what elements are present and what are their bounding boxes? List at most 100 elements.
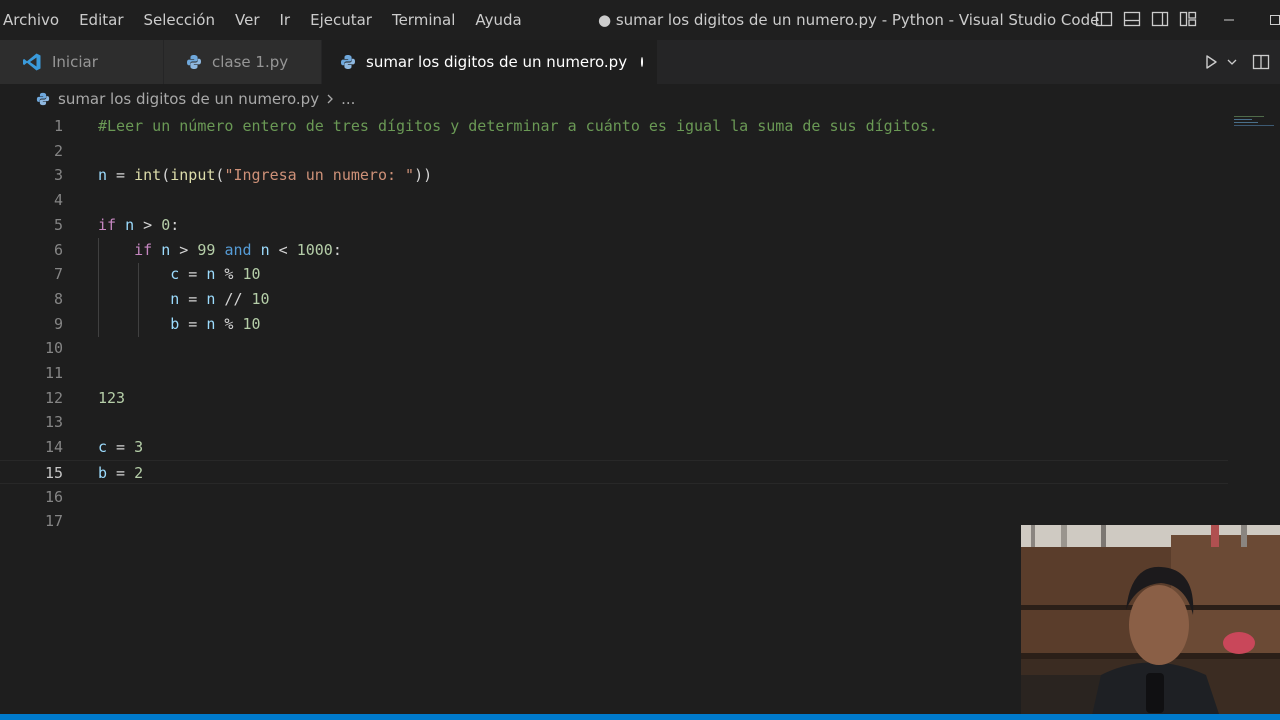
tab-clase-1[interactable]: clase 1.py (164, 40, 322, 84)
minimap[interactable] (1234, 114, 1280, 134)
title-bar: Archivo Editar Selección Ver Ir Ejecutar… (0, 0, 1280, 40)
code-token: )) (414, 166, 433, 185)
code-token: n (125, 215, 135, 234)
menu-ejecutar[interactable]: Ejecutar (300, 0, 382, 40)
code-token: 99 (197, 240, 216, 259)
code-line[interactable]: 7 c = n % 10 (0, 262, 1228, 287)
code-line[interactable]: 14 c = 3 (0, 435, 1228, 460)
chevron-right-icon (325, 93, 335, 105)
code-token: n (260, 240, 270, 259)
code-token: : (170, 215, 180, 234)
code-token: 2 (134, 463, 144, 482)
breadcrumb: sumar los digitos de un numero.py ... (0, 84, 1280, 114)
line-code: if n > 99 and n < 1000: (98, 238, 342, 263)
layout-controls (1094, 9, 1198, 29)
code-line[interactable]: 2 (0, 139, 1228, 164)
line-number: 17 (44, 512, 63, 531)
line-number: 11 (44, 364, 63, 382)
code-line[interactable]: 4 (0, 188, 1228, 213)
indent-guide (98, 238, 99, 337)
line-number: 7 (53, 265, 63, 284)
code-token: 0 (161, 215, 171, 234)
line-code: c = n % 10 (98, 262, 260, 287)
customize-layout-icon[interactable] (1178, 9, 1198, 29)
code-token: : (332, 240, 342, 259)
chevron-down-icon[interactable] (1226, 56, 1238, 68)
line-number: 4 (53, 191, 63, 210)
code-line[interactable]: 15 b = 2 (0, 459, 1228, 485)
line-code: if n > 0: (98, 213, 179, 238)
toggle-primary-sidebar-icon[interactable] (1094, 9, 1114, 29)
code-token: input (170, 166, 216, 185)
run-icon[interactable] (1202, 53, 1220, 71)
code-token: "Ingresa un numero: " (224, 166, 415, 185)
code-token: c (98, 438, 108, 457)
menu-ver[interactable]: Ver (225, 0, 270, 40)
maximize-icon[interactable] (1252, 0, 1280, 40)
code-line[interactable]: 6 if n > 99 and n < 1000: (0, 238, 1228, 263)
code-token: % (215, 314, 243, 333)
menu-ayuda[interactable]: Ayuda (465, 0, 531, 40)
code-token: // (215, 289, 252, 308)
menu-archivo[interactable]: Archivo (0, 0, 69, 40)
breadcrumb-file[interactable]: sumar los digitos de un numero.py (58, 90, 319, 108)
line-number: 9 (53, 314, 63, 333)
code-line[interactable]: 8 n = n // 10 (0, 287, 1228, 312)
code-token: if (134, 240, 153, 259)
webcam-overlay (1021, 525, 1280, 720)
code-token: % (215, 265, 243, 284)
code-token: = (107, 438, 135, 457)
code-token: = (179, 289, 207, 308)
menu-seleccion[interactable]: Selección (134, 0, 226, 40)
line-number: 13 (44, 413, 63, 432)
code-line[interactable]: 11 (0, 361, 1228, 386)
code-token: n (98, 166, 108, 185)
code-token: 10 (242, 314, 261, 333)
code-token: ( (161, 166, 171, 185)
code-token: 1000 (296, 240, 333, 259)
code-token: 10 (251, 289, 270, 308)
code-line[interactable]: 5 if n > 0: (0, 213, 1228, 238)
line-number: 8 (53, 289, 63, 308)
menu-ir[interactable]: Ir (270, 0, 301, 40)
unsaved-dot-icon[interactable] (641, 57, 643, 67)
code-token: if (98, 215, 117, 234)
code-token: n (170, 289, 180, 308)
python-file-icon (36, 92, 50, 106)
tab-bar: Iniciar clase 1.py sumar los digitos de … (0, 40, 1280, 84)
indent-guide (138, 263, 139, 337)
code-line[interactable]: 13 (0, 410, 1228, 435)
code-token: int (134, 166, 162, 185)
menu-editar[interactable]: Editar (69, 0, 133, 40)
code-token: and (224, 240, 252, 259)
code-token: = (179, 314, 207, 333)
code-line[interactable]: 12 123 (0, 386, 1228, 411)
editor-actions (1202, 40, 1280, 84)
vscode-logo-icon (22, 52, 42, 72)
code-line[interactable]: 9 b = n % 10 (0, 312, 1228, 337)
code-line[interactable]: 1 #Leer un número entero de tres dígitos … (0, 114, 1228, 139)
python-file-icon (186, 54, 202, 70)
code-token: > (134, 215, 162, 234)
code-line[interactable]: 10 (0, 336, 1228, 361)
line-number: 5 (53, 215, 63, 234)
line-number: 3 (53, 166, 63, 185)
code-line[interactable]: 3n = int(input("Ingresa un numero: ")) (0, 163, 1228, 188)
toggle-secondary-sidebar-icon[interactable] (1150, 9, 1170, 29)
tab-iniciar[interactable]: Iniciar (0, 40, 164, 84)
tab-sumar-los-digitos[interactable]: sumar los digitos de un numero.py (322, 40, 658, 84)
split-editor-icon[interactable] (1252, 53, 1270, 71)
line-code: c = 3 (98, 435, 143, 460)
line-number: 2 (53, 141, 63, 160)
toggle-panel-icon[interactable] (1122, 9, 1142, 29)
menu-terminal[interactable]: Terminal (382, 0, 465, 40)
code-line[interactable]: 16 (0, 485, 1228, 510)
minimize-icon[interactable] (1206, 0, 1252, 40)
code-token: = (107, 463, 135, 482)
breadcrumb-symbols[interactable]: ... (341, 90, 355, 108)
